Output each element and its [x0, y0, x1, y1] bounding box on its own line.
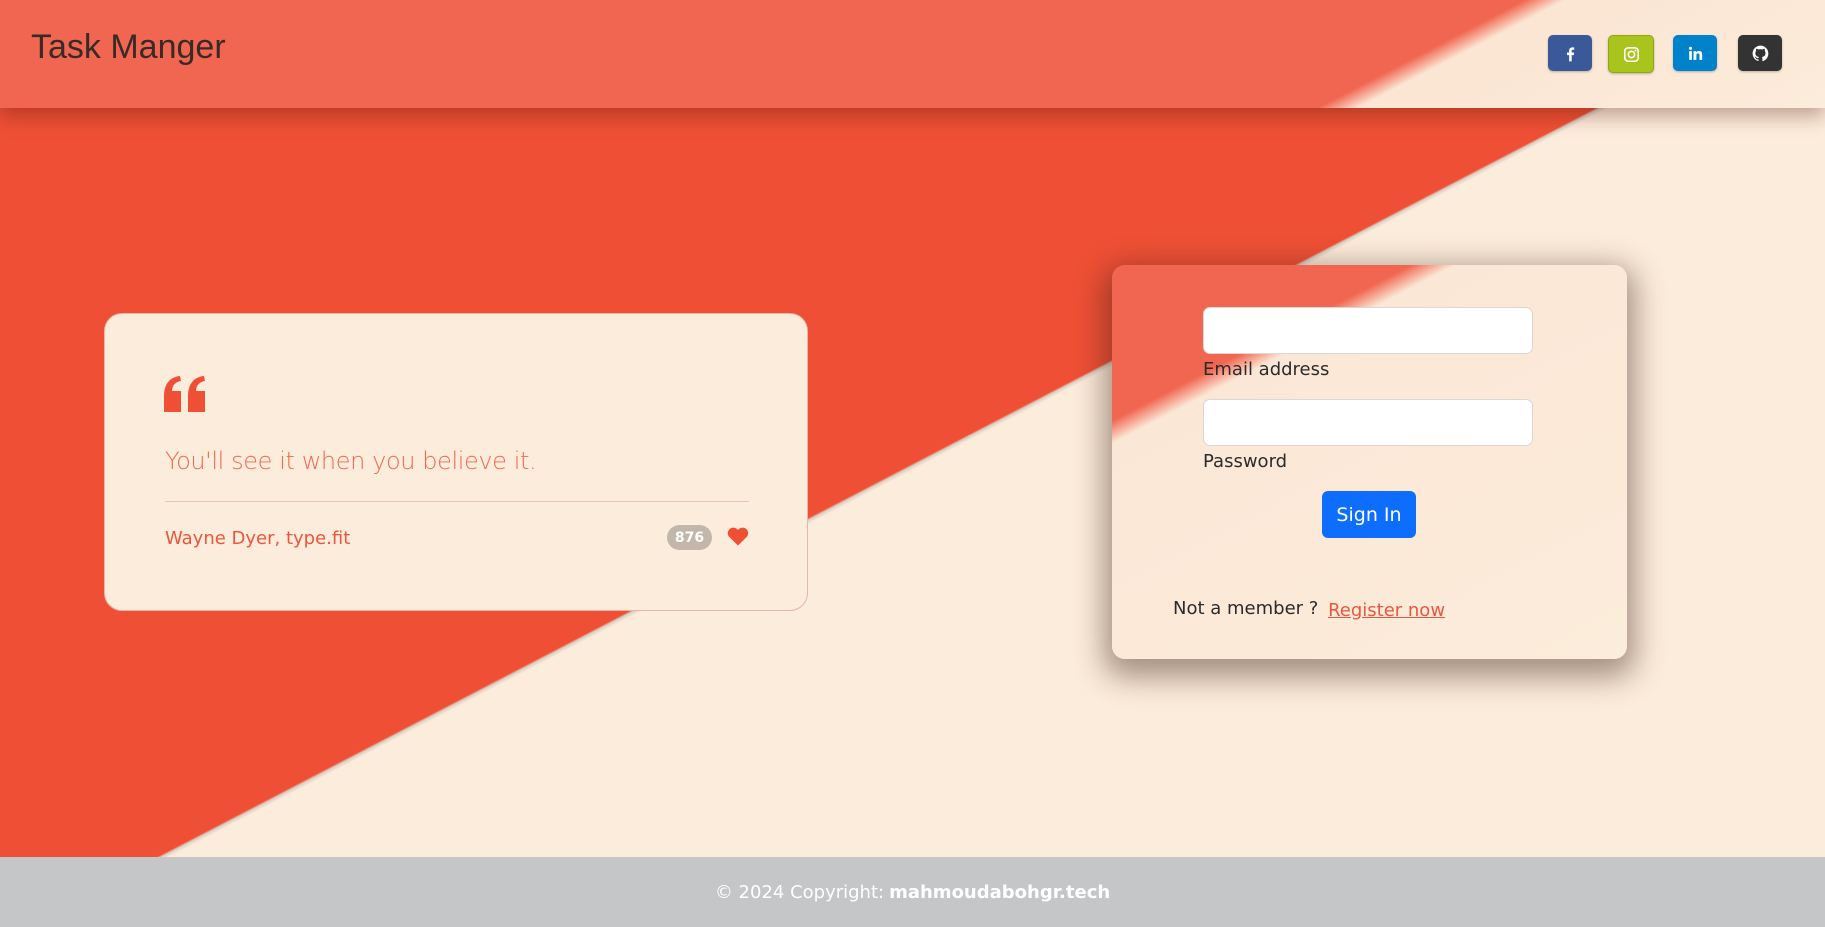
- password-input[interactable]: [1203, 399, 1533, 446]
- facebook-button[interactable]: [1548, 35, 1592, 71]
- register-prompt: Not a member ? Register now: [1173, 598, 1445, 621]
- sign-in-button[interactable]: Sign In: [1322, 491, 1416, 538]
- github-button[interactable]: [1738, 35, 1782, 71]
- footer: © 2024 Copyright: mahmoudabohgr.tech: [0, 857, 1825, 927]
- copyright-text: © 2024 Copyright:: [714, 881, 885, 903]
- email-input[interactable]: [1203, 307, 1533, 354]
- linkedin-button[interactable]: [1673, 35, 1717, 71]
- footer-site-link[interactable]: mahmoudabohgr.tech: [889, 882, 1110, 903]
- linkedin-icon: [1688, 46, 1702, 60]
- heart-icon[interactable]: [727, 526, 749, 546]
- instagram-icon: [1623, 46, 1639, 62]
- quote-divider: [165, 501, 749, 502]
- quote-author: Wayne Dyer, type.fit: [165, 528, 351, 549]
- github-icon: [1752, 45, 1768, 61]
- quote-text: You'll see it when you believe it.: [165, 447, 537, 475]
- instagram-button[interactable]: [1608, 35, 1654, 73]
- register-link[interactable]: Register now: [1328, 600, 1445, 621]
- email-label: Email address: [1203, 359, 1330, 380]
- navbar: Task Manger: [0, 0, 1825, 108]
- password-label: Password: [1203, 451, 1288, 472]
- brand-title[interactable]: Task Manger: [31, 30, 226, 64]
- facebook-icon: [1566, 46, 1574, 61]
- like-count-badge: 876: [667, 525, 712, 550]
- login-card: Email address Password Sign In Not a mem…: [1112, 265, 1627, 659]
- quote-left-icon: [164, 376, 205, 412]
- quote-card: You'll see it when you believe it. Wayne…: [104, 313, 808, 611]
- not-member-text: Not a member ?: [1173, 598, 1319, 619]
